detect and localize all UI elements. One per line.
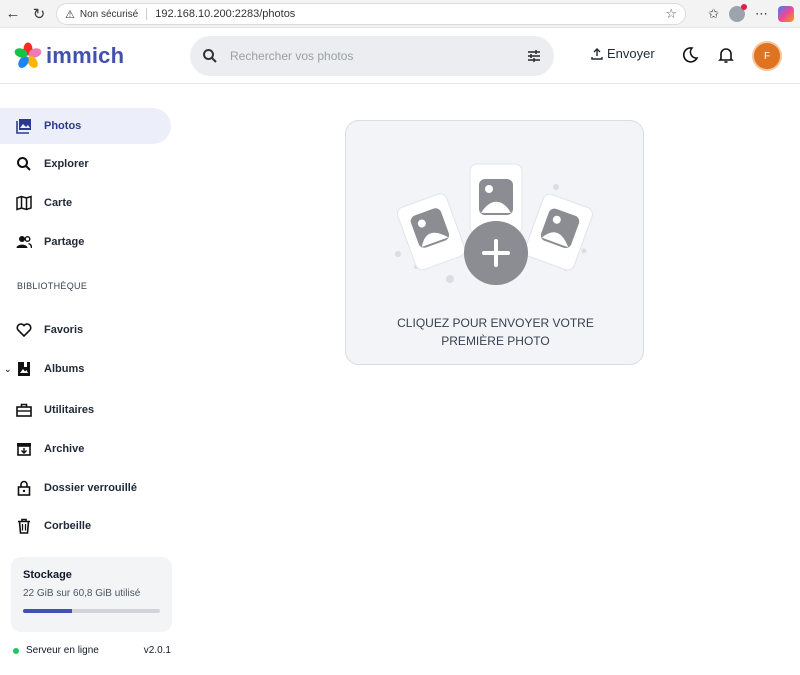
sidebar-item-label: Utilitaires — [44, 404, 95, 416]
trash-icon — [15, 517, 33, 535]
sidebar-item-label: Archive — [44, 443, 85, 455]
server-status-label: Serveur en ligne — [26, 645, 99, 656]
sidebar-item-label: Corbeille — [44, 520, 92, 532]
server-status: Serveur en ligne v2.0.1 — [13, 645, 171, 656]
album-icon — [15, 360, 33, 378]
sidebar-item-label: Photos — [44, 120, 82, 132]
favorites-icon[interactable]: ✩ — [708, 6, 719, 22]
copilot-icon[interactable] — [778, 6, 794, 22]
sidebar-item-explorer[interactable]: Explorer — [0, 146, 171, 182]
storage-card: Stockage 22 GiB sur 60,8 GiB utilisé — [11, 557, 172, 632]
sidebar-item-label: Albums — [44, 363, 85, 375]
sidebar-item-label: Favoris — [44, 324, 84, 336]
sidebar-item-favorites[interactable]: Favoris — [0, 312, 171, 348]
sidebar-item-label: Dossier verrouillé — [44, 482, 137, 494]
toolbox-icon — [15, 401, 33, 419]
moon-icon[interactable] — [681, 46, 699, 64]
search-icon — [190, 48, 230, 64]
bell-icon[interactable] — [717, 46, 735, 64]
profile-icon[interactable] — [729, 4, 747, 22]
archive-icon — [15, 440, 33, 458]
lock-icon — [15, 479, 33, 497]
storage-bar-fill — [23, 609, 73, 613]
search-input[interactable]: Rechercher vos photos — [230, 49, 514, 63]
photos-icon — [15, 117, 33, 135]
sidebar-item-sharing[interactable]: Partage — [0, 224, 171, 260]
sidebar-item-label: Partage — [44, 236, 85, 248]
star-icon[interactable]: ☆ — [665, 6, 677, 22]
upload-button[interactable]: Envoyer — [591, 46, 655, 61]
people-icon — [15, 233, 33, 251]
status-dot-icon — [13, 647, 19, 654]
security-label: Non sécurisé — [79, 8, 139, 20]
upload-icon — [591, 47, 603, 60]
back-icon[interactable]: ← — [0, 1, 26, 27]
empty-photos-illustration — [395, 163, 593, 285]
browser-toolbar: ← ↻ ⚠ Non sécurisé 192.168.10.200:2283/p… — [0, 0, 800, 28]
version-label[interactable]: v2.0.1 — [144, 645, 171, 656]
url-text: 192.168.10.200:2283/photos — [155, 8, 296, 20]
sidebar-item-label: Explorer — [44, 158, 89, 170]
immich-logo-icon — [14, 42, 42, 68]
upload-first-photo-card[interactable]: CLIQUEZ POUR ENVOYER VOTRE PREMIÈRE PHOT… — [345, 120, 644, 365]
sidebar-item-locked-folder[interactable]: Dossier verrouillé — [0, 470, 171, 506]
warning-icon: ⚠ — [65, 8, 75, 21]
upload-prompt: CLIQUEZ POUR ENVOYER VOTRE PREMIÈRE PHOT… — [397, 316, 594, 348]
upload-label: Envoyer — [607, 46, 655, 61]
divider — [146, 8, 148, 20]
storage-title: Stockage — [23, 569, 72, 581]
logo[interactable]: immich — [14, 42, 124, 70]
app-name: immich — [46, 43, 125, 68]
sidebar: Photos Explorer Carte Partage BIBLIOTHÈQ… — [0, 85, 180, 675]
map-icon — [15, 194, 33, 212]
filter-icon[interactable] — [514, 48, 554, 64]
address-bar[interactable]: ⚠ Non sécurisé 192.168.10.200:2283/photo… — [56, 3, 686, 25]
app-header: immich Rechercher vos photos Envoyer F — [0, 28, 800, 84]
sidebar-item-map[interactable]: Carte — [0, 185, 171, 221]
storage-bar — [23, 609, 160, 613]
sidebar-item-label: Carte — [44, 197, 73, 209]
sidebar-item-albums[interactable]: ⌄ Albums — [0, 351, 171, 387]
search-bar[interactable]: Rechercher vos photos — [190, 36, 554, 76]
more-icon[interactable]: ⋯ — [755, 6, 768, 22]
chevron-down-icon[interactable]: ⌄ — [4, 364, 12, 375]
library-section-label: BIBLIOTHÈQUE — [17, 281, 88, 291]
heart-icon — [15, 321, 33, 339]
search-icon — [15, 155, 33, 173]
sidebar-item-archive[interactable]: Archive — [0, 431, 171, 467]
sidebar-item-utilities[interactable]: Utilitaires — [0, 392, 171, 428]
storage-usage: 22 GiB sur 60,8 GiB utilisé — [23, 588, 141, 599]
reload-icon[interactable]: ↻ — [26, 1, 52, 27]
sidebar-item-photos[interactable]: Photos — [0, 108, 171, 144]
sidebar-item-trash[interactable]: Corbeille — [0, 508, 171, 544]
user-avatar[interactable]: F — [752, 41, 782, 71]
